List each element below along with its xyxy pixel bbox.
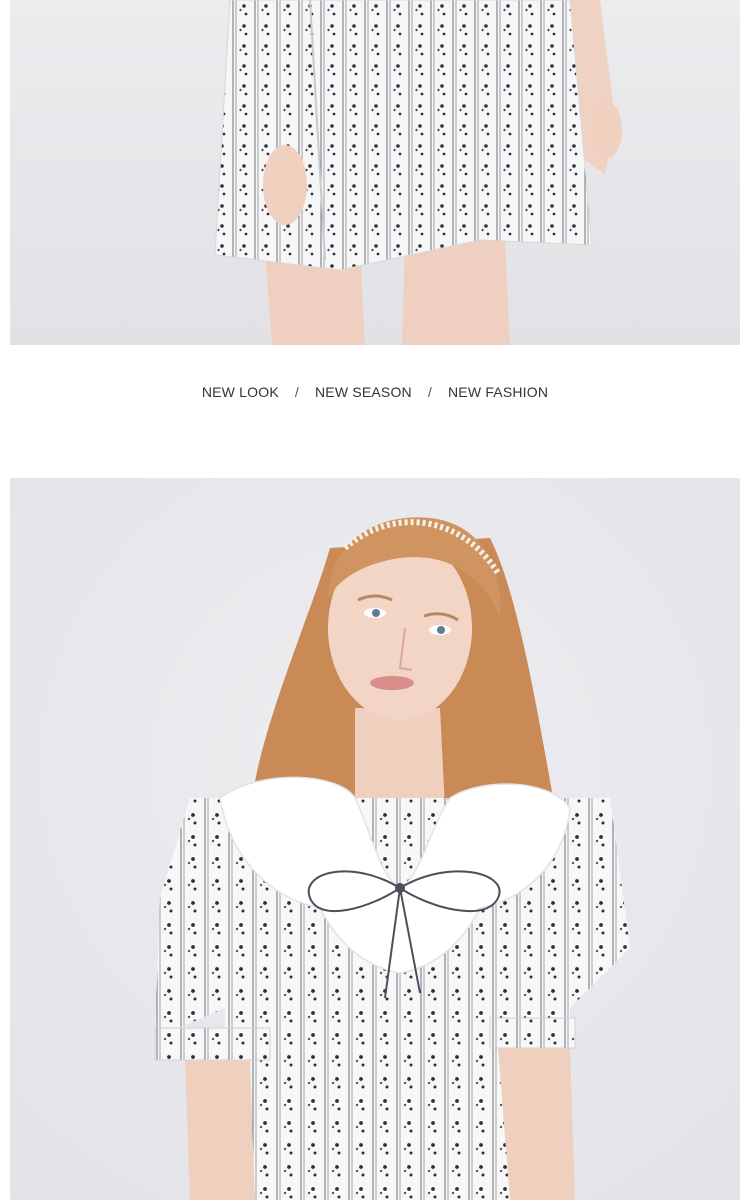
tagline: NEW LOOK / NEW SEASON / NEW FASHION bbox=[0, 382, 750, 402]
tagline-item-season: NEW SEASON bbox=[314, 384, 412, 400]
tagline-item-look: NEW LOOK bbox=[201, 384, 279, 400]
photo-skirt-detail bbox=[10, 0, 740, 345]
photo-model-portrait bbox=[10, 478, 740, 1200]
tagline-separator: / bbox=[427, 384, 432, 400]
tagline-separator: / bbox=[294, 384, 299, 400]
tagline-item-fashion: NEW FASHION bbox=[447, 384, 549, 400]
model-illustration bbox=[10, 478, 740, 1200]
skirt-illustration bbox=[10, 0, 740, 345]
